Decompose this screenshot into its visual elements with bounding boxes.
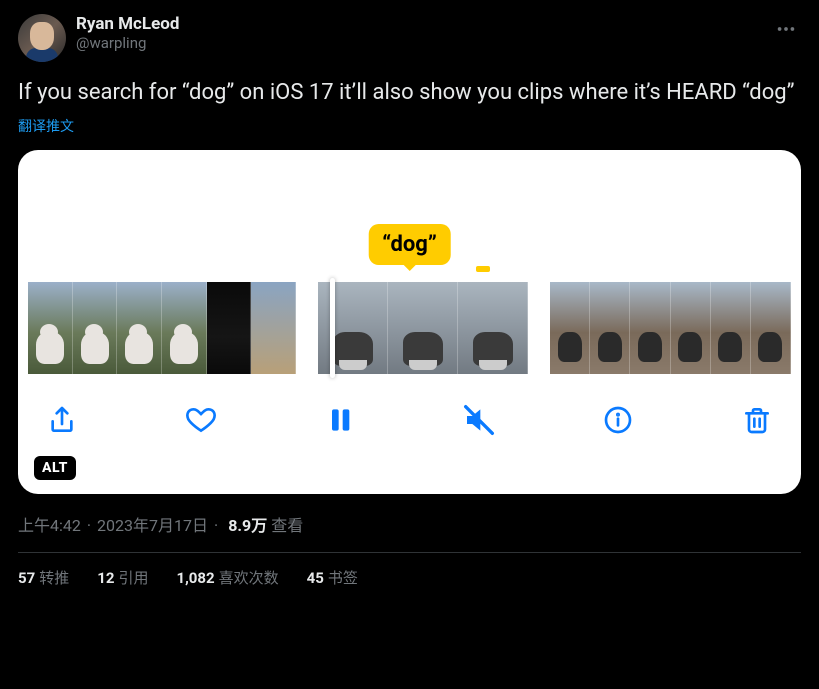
tweet-time[interactable]: 上午4:42	[18, 512, 81, 536]
bookmarks-stat[interactable]: 45书签	[307, 567, 358, 588]
clip-frame	[550, 282, 590, 374]
share-icon[interactable]	[36, 394, 88, 446]
video-timeline[interactable]	[28, 282, 791, 374]
avatar[interactable]	[18, 14, 66, 62]
more-icon[interactable]	[771, 14, 801, 44]
clip-frame	[751, 282, 791, 374]
views-count: 8.9万	[228, 512, 267, 536]
clip-frame	[630, 282, 670, 374]
tweet-meta: 上午4:42 · 2023年7月17日 · 8.9万 查看	[18, 512, 801, 536]
clip-frame	[251, 282, 296, 374]
tweet-header: Ryan McLeod @warpling	[18, 14, 801, 62]
clip-group[interactable]	[28, 282, 296, 374]
display-name: Ryan McLeod	[76, 14, 761, 34]
search-match-marker	[476, 266, 490, 272]
clip-group[interactable]	[550, 282, 791, 374]
clip-frame	[162, 282, 207, 374]
translate-link[interactable]: 翻译推文	[18, 116, 74, 136]
likes-label: 喜欢次数	[219, 569, 279, 587]
retweets-stat[interactable]: 57转推	[18, 567, 69, 588]
clip-frame	[28, 282, 73, 374]
divider	[18, 552, 801, 553]
clip-frame	[117, 282, 162, 374]
tweet-container: Ryan McLeod @warpling If you search for …	[0, 0, 819, 598]
author-names[interactable]: Ryan McLeod @warpling	[76, 14, 761, 52]
playhead[interactable]	[330, 278, 335, 378]
mute-icon[interactable]	[453, 394, 505, 446]
tweet-stats: 57转推 12引用 1,082 喜欢次数 45书签	[18, 567, 801, 588]
bookmarks-count: 45	[307, 569, 324, 587]
clip-frame	[590, 282, 630, 374]
quotes-stat[interactable]: 12引用	[97, 567, 148, 588]
clip-frame	[458, 282, 528, 374]
clip-frame	[207, 282, 252, 374]
pause-icon[interactable]	[314, 394, 366, 446]
clip-frame	[711, 282, 751, 374]
views-label: 查看	[271, 512, 303, 536]
bookmarks-label: 书签	[328, 569, 358, 587]
likes-count: 1,082	[176, 569, 214, 587]
heart-icon[interactable]	[175, 394, 227, 446]
handle: @warpling	[76, 34, 761, 52]
tweet-text: If you search for “dog” on iOS 17 it’ll …	[18, 78, 801, 108]
clip-frame	[671, 282, 711, 374]
clip-frame	[73, 282, 118, 374]
quotes-count: 12	[97, 569, 114, 587]
clip-group[interactable]	[318, 282, 528, 374]
trash-icon[interactable]	[731, 394, 783, 446]
quotes-label: 引用	[118, 569, 148, 587]
clip-frame	[388, 282, 458, 374]
clip-frame	[318, 282, 388, 374]
media-card[interactable]: “dog”	[18, 150, 801, 494]
retweets-count: 57	[18, 569, 35, 587]
likes-stat[interactable]: 1,082 喜欢次数	[176, 567, 278, 588]
media-toolbar	[28, 394, 791, 446]
tweet-date[interactable]: 2023年7月17日	[97, 512, 208, 536]
retweets-label: 转推	[39, 569, 69, 587]
alt-badge[interactable]: ALT	[34, 456, 76, 480]
info-icon[interactable]	[592, 394, 644, 446]
search-tooltip: “dog”	[368, 224, 451, 265]
